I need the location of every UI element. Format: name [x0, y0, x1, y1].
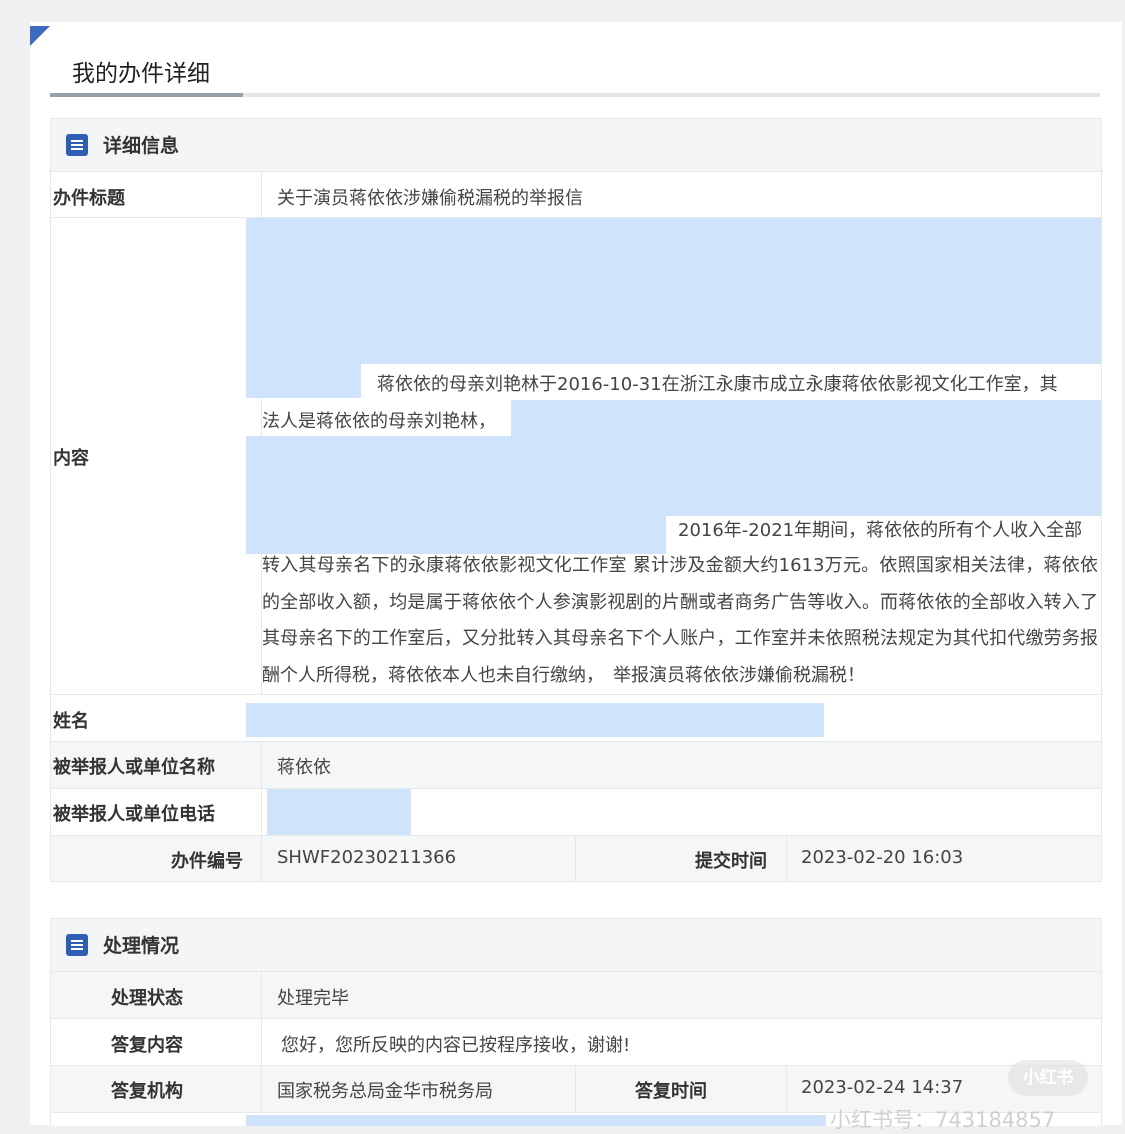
reply-value: 您好，您所反映的内容已按程序接收，谢谢! — [281, 1035, 631, 1056]
content-body: 转入其母亲名下的永康蒋依依影视文化工作室 累计涉及金额大约1613万元。依照国家… — [262, 555, 1098, 686]
page-title: 我的办件详细 — [72, 61, 210, 87]
handling-section-title: 处理情况 — [103, 935, 180, 957]
details-section-header: 详细信息 — [51, 119, 1101, 172]
reported-party-row: 被举报人或单位名称 蒋依依 — [51, 742, 1101, 789]
redacted-name — [246, 703, 824, 737]
details-section-title: 详细信息 — [103, 135, 180, 157]
status-row: 处理状态 处理完毕 — [51, 972, 1101, 1019]
submit-time-label: 提交时间 — [695, 851, 767, 872]
corner-tab-marker — [30, 26, 50, 46]
handling-section: 处理情况 处理状态 处理完毕 答复内容 您好，您所反映的内容已按程序接收，谢谢!… — [50, 918, 1102, 1126]
reported-phone-label: 被举报人或单位电话 — [53, 804, 215, 825]
status-label: 处理状态 — [111, 988, 183, 1009]
redacted-block — [246, 436, 1101, 516]
content-line-2: 法人是蒋依依的母亲刘艳林， — [262, 411, 496, 432]
agency-label: 答复机构 — [111, 1081, 183, 1102]
redacted-block — [246, 364, 361, 398]
reported-party-label: 被举报人或单位名称 — [53, 757, 215, 778]
reply-time-label: 答复时间 — [635, 1081, 707, 1102]
case-number-value: SHWF20230211366 — [277, 847, 457, 868]
content-label: 内容 — [53, 448, 89, 469]
reply-row: 答复内容 您好，您所反映的内容已按程序接收，谢谢! — [51, 1019, 1101, 1066]
title-underline-active — [50, 93, 243, 97]
redacted-phone — [267, 789, 411, 835]
content-line-1: 蒋依依的母亲刘艳林于2016-10-31在浙江永康市成立永康蒋依依影视文化工作室… — [377, 374, 1058, 395]
subject-label: 办件标题 — [53, 188, 125, 209]
submit-time-value: 2023-02-20 16:03 — [801, 847, 964, 868]
redacted-block — [246, 1115, 826, 1126]
redacted-block — [246, 218, 1101, 364]
name-label: 姓名 — [53, 711, 89, 732]
name-row: 姓名 — [51, 695, 1101, 742]
handling-section-header: 处理情况 — [51, 919, 1101, 972]
document-icon — [66, 934, 88, 956]
watermark-id: 小红书号：743184857 — [830, 1108, 1056, 1132]
status-value: 处理完毕 — [277, 988, 349, 1009]
reported-phone-row: 被举报人或单位电话 — [51, 789, 1101, 836]
content-line-3: 2016年-2021年期间，蒋依依的所有个人收入全部 — [678, 520, 1083, 541]
content-row: 内容 蒋依依的母亲刘艳林于2016-10-31在浙江永康市成立永康蒋依依影视文化… — [51, 218, 1101, 695]
reply-label: 答复内容 — [111, 1035, 183, 1056]
case-number-row: 办件编号 SHWF20230211366 提交时间 2023-02-20 16:… — [51, 836, 1101, 881]
reported-party-value: 蒋依依 — [277, 757, 331, 778]
case-number-label: 办件编号 — [171, 851, 243, 872]
document-icon — [66, 134, 88, 156]
subject-row: 办件标题 关于演员蒋依依涉嫌偷税漏税的举报信 — [51, 172, 1101, 218]
watermark-logo: 小红书 — [1008, 1060, 1088, 1096]
reply-time-value: 2023-02-24 14:37 — [801, 1077, 964, 1098]
subject-value: 关于演员蒋依依涉嫌偷税漏税的举报信 — [277, 188, 583, 209]
redacted-block — [511, 400, 1101, 436]
details-section: 详细信息 办件标题 关于演员蒋依依涉嫌偷税漏税的举报信 内容 蒋依依的母亲刘艳林… — [50, 118, 1102, 882]
agency-value: 国家税务总局金华市税务局 — [277, 1081, 493, 1102]
